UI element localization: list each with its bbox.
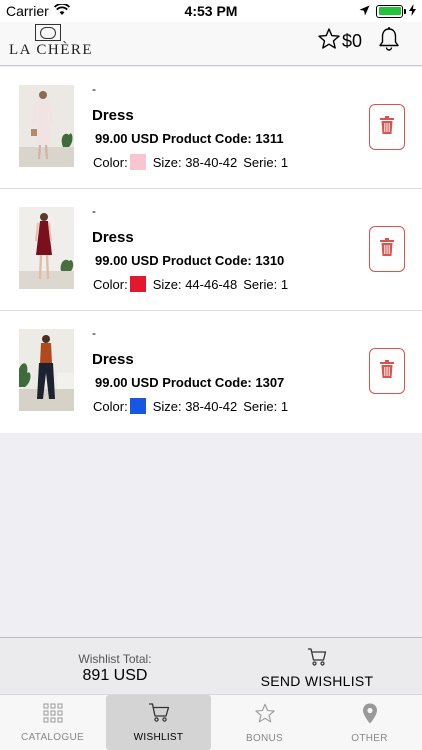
wishlist-total: Wishlist Total: 891 USD xyxy=(0,652,230,685)
item-name: Dress xyxy=(92,107,134,124)
item-price-code: 99.00 USD Product Code: 1307 xyxy=(95,375,285,390)
send-wishlist-button[interactable]: SEND WISHLIST xyxy=(212,648,422,689)
product-image[interactable] xyxy=(19,85,74,167)
wishlist-item: - Dress 99.00 USD Product Code: 1307 Col… xyxy=(0,311,422,433)
charging-icon xyxy=(409,3,416,19)
color-label: Color: xyxy=(93,398,128,414)
product-image[interactable] xyxy=(19,329,74,411)
logo-mark-icon xyxy=(35,24,61,41)
product-image[interactable] xyxy=(19,207,74,289)
item-dash: - xyxy=(92,326,96,340)
item-name: Dress xyxy=(92,229,134,246)
item-name: Dress xyxy=(92,351,134,368)
star-icon xyxy=(254,703,276,729)
tab-bar: CATALOGUE WISHLIST BONUS OTHER xyxy=(0,694,422,750)
tab-label: CATALOGUE xyxy=(21,732,84,743)
logo-text: LA CHÈRE xyxy=(9,42,94,58)
bell-icon xyxy=(378,27,400,56)
tab-other[interactable]: OTHER xyxy=(317,695,422,750)
serie-label: Serie: 1 xyxy=(243,154,289,170)
brand-logo: LA CHÈRE xyxy=(9,24,94,59)
size-label: Size: 44-46-48 xyxy=(152,276,238,292)
serie-label: Serie: 1 xyxy=(243,398,289,414)
balance-amount: $0 xyxy=(341,31,362,51)
trash-icon xyxy=(380,237,394,261)
wishlist-item: - Dress 99.00 USD Product Code: 1310 Col… xyxy=(0,189,422,311)
color-label: Color: xyxy=(93,154,128,170)
delete-item-button[interactable] xyxy=(369,226,405,272)
color-swatch xyxy=(129,154,146,170)
notifications-button[interactable] xyxy=(378,26,400,57)
star-outline-icon xyxy=(317,27,342,56)
wishlist-item: - Dress 99.00 USD Product Code: 1311 Col… xyxy=(0,67,422,189)
grid-icon xyxy=(43,703,63,728)
battery-icon xyxy=(376,4,406,18)
tab-bonus[interactable]: BONUS xyxy=(212,695,317,750)
trash-icon xyxy=(380,115,394,139)
tab-catalogue[interactable]: CATALOGUE xyxy=(0,695,105,750)
color-label: Color: xyxy=(93,276,128,292)
cart-icon xyxy=(307,648,327,670)
header-actions: $0 xyxy=(317,26,400,57)
item-attributes: Color: Size: 44-46-48 Serie: 1 xyxy=(93,276,288,292)
tab-label: WISHLIST xyxy=(133,732,184,743)
trash-icon xyxy=(380,359,394,383)
wishlist-summary: Wishlist Total: 891 USD SEND WISHLIST xyxy=(0,637,422,694)
total-label: Wishlist Total: xyxy=(78,652,152,666)
item-dash: - xyxy=(92,82,96,96)
app-header: LA CHÈRE $0 xyxy=(0,22,422,66)
item-dash: - xyxy=(92,204,96,218)
item-price-code: 99.00 USD Product Code: 1310 xyxy=(95,253,285,268)
item-price-code: 99.00 USD Product Code: 1311 xyxy=(95,131,284,146)
bonus-balance-button[interactable]: $0 xyxy=(317,27,362,56)
tab-label: BONUS xyxy=(245,733,284,744)
location-pin-icon xyxy=(362,703,378,729)
item-attributes: Color: Size: 38-40-42 Serie: 1 xyxy=(93,398,288,414)
tab-label: OTHER xyxy=(351,733,388,744)
delete-item-button[interactable] xyxy=(369,104,405,150)
send-wishlist-label: SEND WISHLIST xyxy=(260,673,374,689)
item-attributes: Color: Size: 38-40-42 Serie: 1 xyxy=(93,154,288,170)
status-right xyxy=(359,3,416,19)
color-swatch xyxy=(129,276,146,292)
location-arrow-icon xyxy=(359,3,370,19)
size-label: Size: 38-40-42 xyxy=(152,154,238,170)
cart-icon xyxy=(148,703,170,728)
delete-item-button[interactable] xyxy=(369,348,405,394)
total-value: 891 USD xyxy=(82,667,148,684)
color-swatch xyxy=(129,398,146,414)
wishlist-list: - Dress 99.00 USD Product Code: 1311 Col… xyxy=(0,67,422,433)
tab-wishlist[interactable]: WISHLIST xyxy=(106,695,211,750)
status-bar: Carrier 4:53 PM xyxy=(0,0,422,22)
size-label: Size: 38-40-42 xyxy=(152,398,238,414)
serie-label: Serie: 1 xyxy=(243,276,289,292)
